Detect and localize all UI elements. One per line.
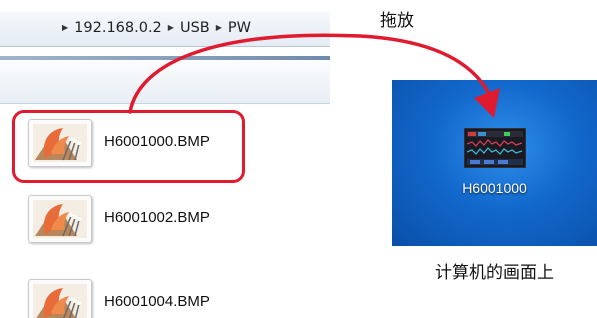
drag-arrow [128, 33, 500, 118]
